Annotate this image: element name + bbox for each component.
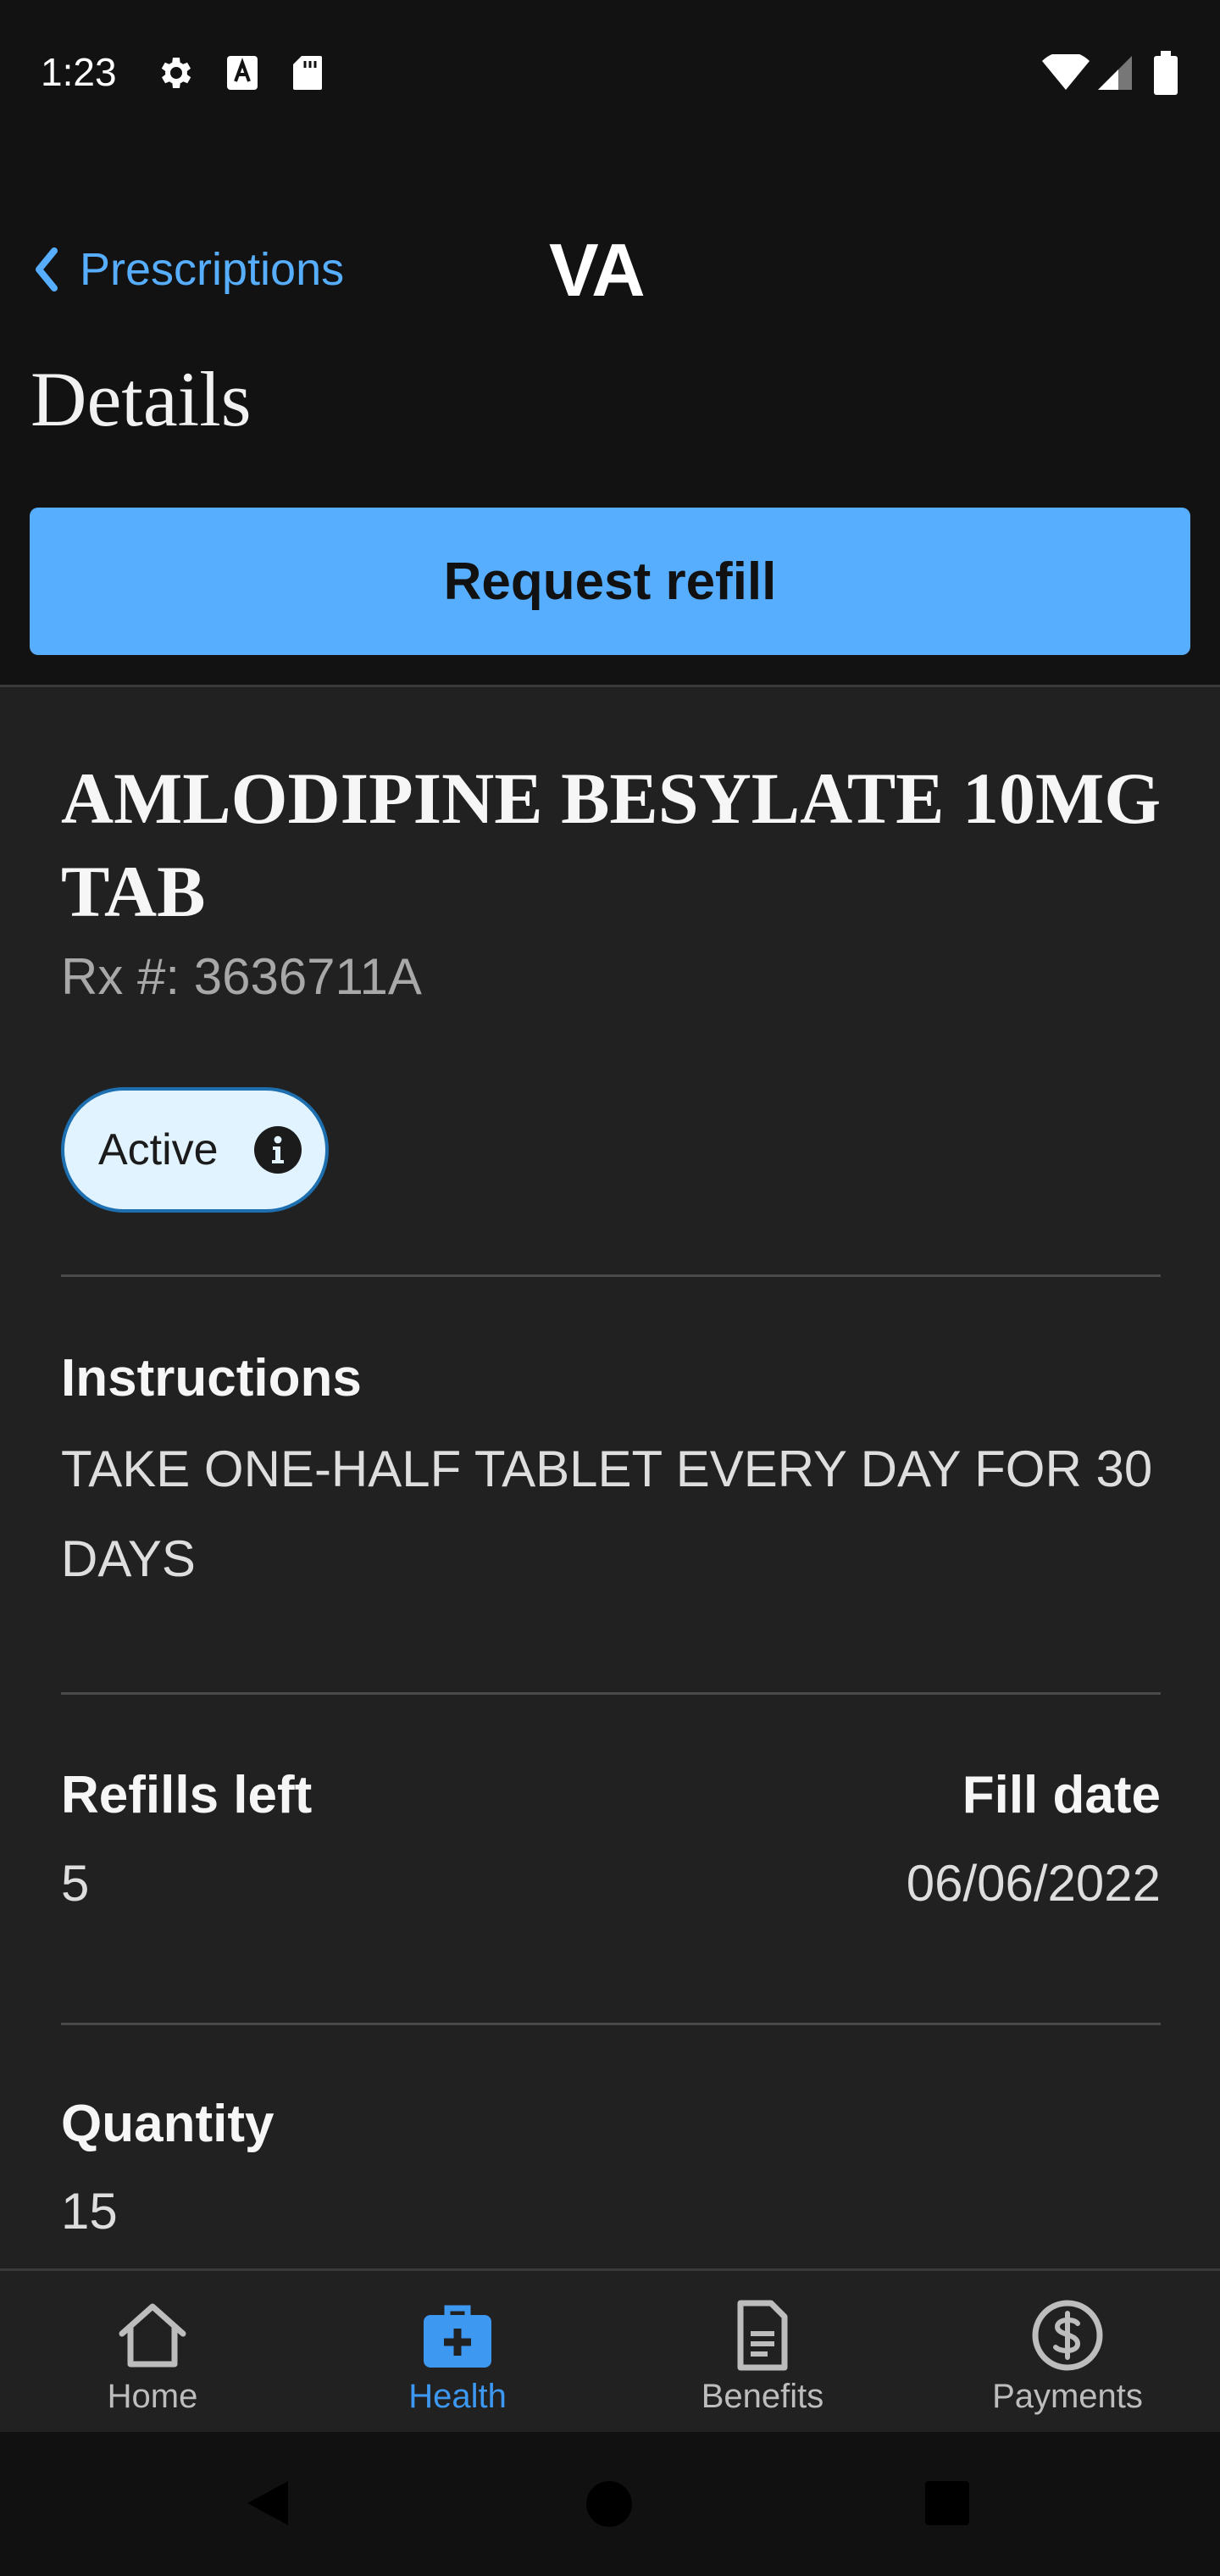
refills-left-value: 5: [61, 1855, 90, 1912]
nav-item-payments[interactable]: Payments: [915, 2271, 1220, 2432]
document-icon: [737, 2300, 788, 2371]
status-bar: 1:23: [0, 0, 1220, 146]
sd-card-icon: [293, 56, 322, 90]
prescription-details[interactable]: AMLODIPINE BESYLATE 10MG TAB Rx #: 36367…: [0, 687, 1220, 2268]
instructions-value: TAKE ONE-HALF TABLET EVERY DAY FOR 30 DA…: [61, 1441, 1153, 1587]
text-a-icon: [227, 56, 258, 90]
divider: [61, 1274, 1161, 1277]
wifi-icon: [1042, 54, 1090, 90]
status-badge-label: Active: [98, 1125, 219, 1174]
gear-icon: [161, 58, 191, 88]
nav-item-label: Payments: [992, 2378, 1143, 2415]
divider: [61, 1692, 1161, 1695]
nav-item-benefits[interactable]: Benefits: [610, 2271, 915, 2432]
quantity-label: Quantity: [61, 2095, 274, 2153]
system-navigation-bar: [0, 2432, 1220, 2576]
system-back-icon[interactable]: [244, 2478, 291, 2529]
battery-icon: [1154, 51, 1178, 95]
chevron-left-icon: [36, 247, 58, 291]
dollar-circle-icon: [1032, 2300, 1103, 2371]
request-refill-button[interactable]: Request refill: [30, 508, 1190, 655]
nav-item-label: Home: [107, 2378, 198, 2415]
back-link-label: Prescriptions: [80, 244, 345, 295]
home-icon: [119, 2303, 186, 2368]
va-logo: VA: [549, 228, 646, 312]
nav-item-health[interactable]: Health: [305, 2271, 610, 2432]
rx-number: Rx #: 3636711A: [61, 948, 422, 1005]
bottom-navigation: Home Health Benefits Payments: [0, 2268, 1220, 2432]
status-badge[interactable]: Active: [61, 1087, 329, 1213]
nav-item-home[interactable]: Home: [0, 2271, 305, 2432]
divider: [61, 2023, 1161, 2025]
page-title: Details: [30, 356, 252, 442]
nav-item-label: Health: [408, 2378, 507, 2415]
status-time: 1:23: [41, 50, 117, 94]
cell-signal-icon: [1098, 56, 1132, 90]
fill-date-value: 06/06/2022: [906, 1855, 1161, 1912]
back-to-prescriptions-link[interactable]: Prescriptions: [34, 239, 344, 300]
refills-left-label: Refills left: [61, 1766, 313, 1824]
info-icon: [253, 1126, 302, 1174]
medical-kit-icon: [424, 2305, 491, 2368]
system-recents-icon[interactable]: [925, 2481, 969, 2525]
medication-name: AMLODIPINE BESYLATE 10MG TAB: [61, 758, 1162, 932]
instructions-label: Instructions: [61, 1349, 362, 1407]
system-home-icon[interactable]: [586, 2481, 632, 2527]
nav-item-label: Benefits: [701, 2378, 824, 2415]
quantity-value: 15: [61, 2183, 118, 2240]
fill-date-label: Fill date: [962, 1766, 1161, 1824]
